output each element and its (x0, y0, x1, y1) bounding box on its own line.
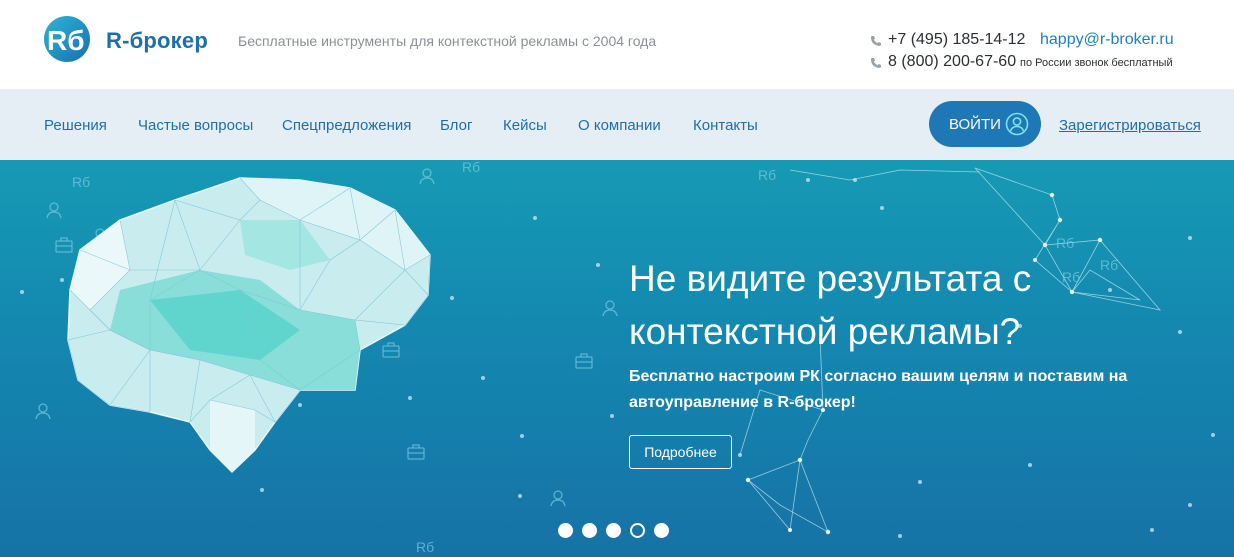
more-button[interactable]: Подробнее (629, 435, 732, 469)
phone-icon (871, 36, 881, 46)
hero-background: RбRб Rб RбRбRб Rб (20, 160, 1215, 555)
svg-text:Rб: Rб (1100, 257, 1118, 273)
user-icon (1005, 112, 1029, 136)
login-button[interactable]: ВОЙТИ (929, 101, 1041, 147)
svg-text:Rб: Rб (416, 539, 434, 555)
svg-text:Rб: Rб (72, 174, 90, 190)
register-link[interactable]: Зарегистрироваться (1059, 117, 1201, 134)
nav-item-cases[interactable]: Кейсы (503, 117, 547, 134)
nav-item-faq[interactable]: Частые вопросы (138, 117, 253, 134)
nav-item-offers[interactable]: Спецпредложения (282, 117, 411, 134)
brain-illustration (67, 177, 431, 474)
slider-dot-2[interactable] (582, 523, 597, 538)
nav-item-solutions[interactable]: Решения (44, 117, 107, 134)
svg-text:Rб: Rб (1056, 235, 1074, 251)
main-nav: Решения Частые вопросы Спецпредложения Б… (0, 89, 1234, 160)
brand-name[interactable]: R-брокер (106, 28, 208, 54)
email-link[interactable]: happy@r-broker.ru (1040, 31, 1174, 49)
svg-text:Rб: Rб (47, 25, 85, 56)
hero-banner: Rб Rб Rб Rб Rб Rб Rб Не видите результат… (0, 160, 1234, 557)
phone-free[interactable]: 8 (800) 200-67-60 (888, 53, 1016, 71)
slider-dot-4-active[interactable] (630, 523, 645, 538)
login-label: ВОЙТИ (949, 116, 1001, 133)
header: Rб R-брокер Бесплатные инструменты для к… (0, 0, 1234, 89)
svg-text:Rб: Rб (758, 167, 776, 183)
phone-icon (871, 58, 881, 68)
logo-icon[interactable]: Rб (43, 12, 91, 66)
hero-title: Не видите результата с контекстной рекла… (629, 258, 1032, 352)
nav-item-about[interactable]: О компании (578, 117, 661, 134)
tagline: Бесплатные инструменты для контекстной р… (238, 33, 657, 49)
svg-text:Rб: Rб (462, 160, 480, 175)
nav-item-contacts[interactable]: Контакты (693, 117, 758, 134)
nav-item-blog[interactable]: Блог (440, 117, 472, 134)
slider-dot-1[interactable] (558, 523, 573, 538)
hero-subtitle: Бесплатно настроим РК согласно вашим цел… (629, 368, 1128, 411)
slider-dot-3[interactable] (606, 523, 621, 538)
phone-free-note: по России звонок бесплатный (1020, 57, 1173, 69)
phone-moscow[interactable]: +7 (495) 185-14-12 (888, 31, 1025, 49)
slider-dot-5[interactable] (654, 523, 669, 538)
